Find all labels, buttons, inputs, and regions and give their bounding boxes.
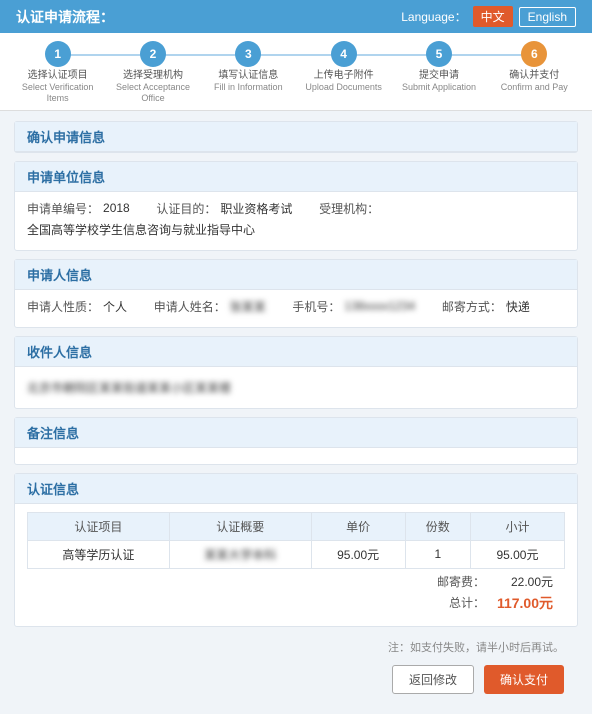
- nature-value: 个人: [103, 298, 127, 315]
- order-value: 2018: [103, 201, 130, 215]
- step-item-5: 5 提交申请Submit Application: [391, 41, 486, 93]
- step-label-cn-5: 提交申请: [419, 69, 459, 82]
- total-row: 总计： 117.00元: [449, 593, 553, 613]
- cert-info-body: 认证项目 认证概要 单价 份数 小计 高等学历认证 某某大学本科 95.00元 …: [15, 504, 577, 626]
- col-qty: 份数: [405, 512, 470, 540]
- main-content: 确认申请信息 申请单位信息 申请单编号： 2018 认证目的： 职业资格考试 受…: [0, 111, 592, 714]
- apply-unit-row1: 申请单编号： 2018 认证目的： 职业资格考试 受理机构： 全国高等学校学生信…: [27, 200, 565, 238]
- steps-container: 1选择认证项目Select Verification Items2选择受理机构S…: [10, 41, 582, 104]
- cert-table-header: 认证项目 认证概要 单价 份数 小计: [28, 512, 565, 540]
- note-text: 注：如支付失败，请半小时后再试。: [14, 635, 578, 659]
- apply-person-section: 申请人信息 申请人性质： 个人 申请人姓名： 张某某 手机号： 138xxxx1…: [14, 259, 578, 328]
- step-label-en-3: Fill in Information: [214, 82, 283, 93]
- col-subtotal: 小计: [470, 512, 564, 540]
- cell-summary: 某某大学本科: [169, 540, 311, 568]
- confirm-section-title: 确认申请信息: [15, 122, 577, 152]
- action-buttons: 返回修改 确认支付: [14, 659, 578, 704]
- total-label: 总计：: [449, 594, 485, 611]
- name-value: 张某某: [230, 298, 266, 315]
- remarks-body: [15, 448, 577, 464]
- step-circle-5: 5: [426, 41, 452, 67]
- page-title: 认证申请流程：: [16, 7, 114, 27]
- step-item-1: 1 选择认证项目Select Verification Items: [10, 41, 105, 104]
- phone-value: 138xxxx1234: [344, 299, 415, 313]
- recipient-address-text: 北京市朝阳区某某街道某某小区某某楼: [27, 379, 231, 396]
- back-button[interactable]: 返回修改: [392, 665, 474, 694]
- cert-info-title: 认证信息: [15, 474, 577, 504]
- step-item-3: 3 填写认证信息Fill in Information: [201, 41, 296, 93]
- remarks-section: 备注信息: [14, 417, 578, 465]
- col-item: 认证项目: [28, 512, 170, 540]
- step-item-6: 6 确认并支付Confirm and Pay: [487, 41, 582, 93]
- apply-person-body: 申请人性质： 个人 申请人姓名： 张某某 手机号： 138xxxx1234 邮寄…: [15, 290, 577, 327]
- apply-person-title: 申请人信息: [15, 260, 577, 290]
- step-circle-2: 2: [140, 41, 166, 67]
- postage-row: 邮寄费： 22.00元: [437, 573, 553, 590]
- step-circle-1: 1: [45, 41, 71, 67]
- recipient-title: 收件人信息: [15, 337, 577, 367]
- org-label: 受理机构：: [319, 200, 379, 217]
- cell-item: 高等学历认证: [28, 540, 170, 568]
- total-value: 117.00元: [493, 593, 553, 613]
- name-label: 申请人姓名：: [154, 298, 226, 315]
- step-label-cn-6: 确认并支付: [509, 69, 559, 82]
- lang-en-button[interactable]: English: [519, 7, 576, 27]
- confirm-button[interactable]: 确认支付: [484, 665, 564, 694]
- step-label-cn-1: 选择认证项目: [28, 69, 88, 82]
- top-bar: 认证申请流程： Language： 中文 English: [0, 0, 592, 33]
- step-circle-6: 6: [521, 41, 547, 67]
- step-label-en-1: Select Verification Items: [10, 82, 105, 104]
- cell-subtotal: 95.00元: [470, 540, 564, 568]
- col-price: 单价: [311, 512, 405, 540]
- apply-unit-section: 申请单位信息 申请单编号： 2018 认证目的： 职业资格考试 受理机构： 全国…: [14, 161, 578, 251]
- step-item-2: 2 选择受理机构Select Acceptance Office: [105, 41, 200, 104]
- step-label-en-6: Confirm and Pay: [501, 82, 568, 93]
- address-value: 快递: [506, 298, 530, 315]
- language-section: Language： 中文 English: [401, 6, 576, 27]
- step-label-en-2: Select Acceptance Office: [105, 82, 200, 104]
- language-label: Language：: [401, 8, 466, 25]
- address-label: 邮寄方式：: [442, 298, 502, 315]
- step-label-en-4: Upload Documents: [305, 82, 382, 93]
- totals-section: 邮寄费： 22.00元 总计： 117.00元: [27, 569, 565, 618]
- cell-price: 95.00元: [311, 540, 405, 568]
- step-circle-3: 3: [235, 41, 261, 67]
- cert-info-section: 认证信息 认证项目 认证概要 单价 份数 小计 高等学历认证 某某大学本科: [14, 473, 578, 627]
- cert-table: 认证项目 认证概要 单价 份数 小计 高等学历认证 某某大学本科 95.00元 …: [27, 512, 565, 569]
- step-item-4: 4 上传电子附件Upload Documents: [296, 41, 391, 93]
- apply-person-row1: 申请人性质： 个人 申请人姓名： 张某某 手机号： 138xxxx1234 邮寄…: [27, 298, 565, 315]
- apply-unit-title: 申请单位信息: [15, 162, 577, 192]
- col-summary: 认证概要: [169, 512, 311, 540]
- steps-bar: 1选择认证项目Select Verification Items2选择受理机构S…: [0, 33, 592, 111]
- postage-value: 22.00元: [493, 573, 553, 590]
- cell-qty: 1: [405, 540, 470, 568]
- recipient-address: 北京市朝阳区某某街道某某小区某某楼: [27, 375, 565, 400]
- postage-label: 邮寄费：: [437, 573, 485, 590]
- table-row: 高等学历认证 某某大学本科 95.00元 1 95.00元: [28, 540, 565, 568]
- remarks-title: 备注信息: [15, 418, 577, 448]
- apply-unit-body: 申请单编号： 2018 认证目的： 职业资格考试 受理机构： 全国高等学校学生信…: [15, 192, 577, 250]
- step-label-en-5: Submit Application: [402, 82, 476, 93]
- cert-purpose-value: 职业资格考试: [220, 200, 292, 217]
- confirm-section: 确认申请信息: [14, 121, 578, 153]
- recipient-body: 北京市朝阳区某某街道某某小区某某楼: [15, 367, 577, 408]
- step-label-cn-2: 选择受理机构: [123, 69, 183, 82]
- step-label-cn-4: 上传电子附件: [314, 69, 374, 82]
- step-circle-4: 4: [331, 41, 357, 67]
- lang-zh-button[interactable]: 中文: [473, 6, 513, 27]
- org-value: 全国高等学校学生信息咨询与就业指导中心: [27, 221, 255, 238]
- phone-label: 手机号：: [292, 298, 340, 315]
- cert-purpose-label: 认证目的：: [156, 200, 216, 217]
- recipient-section: 收件人信息 北京市朝阳区某某街道某某小区某某楼: [14, 336, 578, 409]
- order-label: 申请单编号：: [27, 200, 99, 217]
- nature-label: 申请人性质：: [27, 298, 99, 315]
- step-label-cn-3: 填写认证信息: [218, 69, 278, 82]
